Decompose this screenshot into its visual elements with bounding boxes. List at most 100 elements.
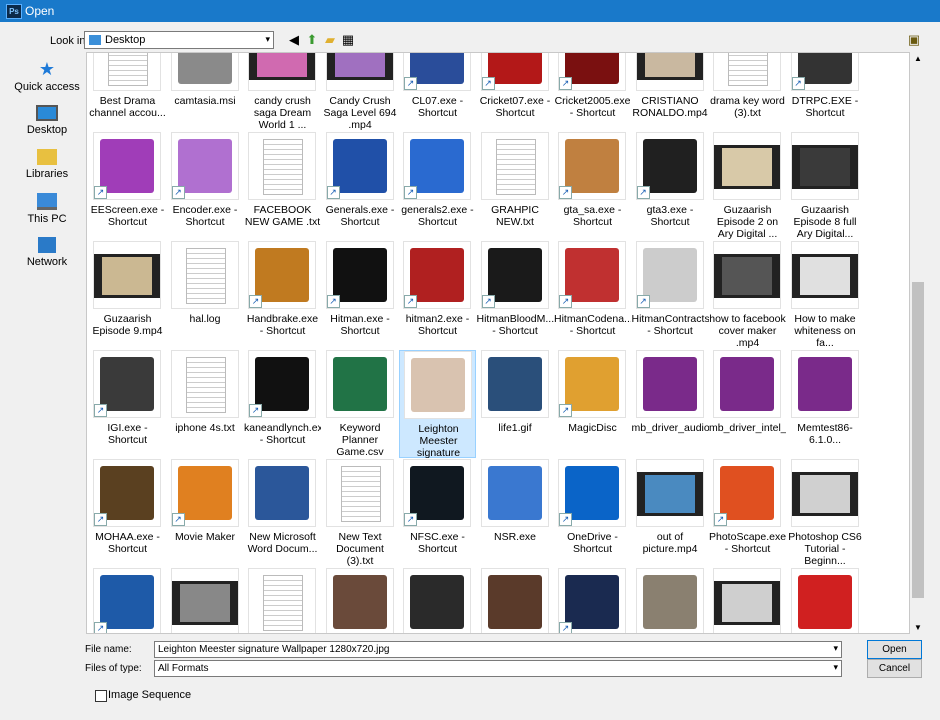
file-item[interactable]: Memtest86-6.1.0... — [787, 350, 864, 458]
file-item[interactable] — [477, 568, 554, 633]
network-icon — [38, 237, 56, 253]
file-item[interactable]: ↗ HitmanContracts... - Shortcut — [632, 241, 709, 349]
video-frame — [644, 53, 695, 77]
file-item[interactable]: ↗ gta3.exe - Shortcut — [632, 132, 709, 240]
file-item[interactable]: Guzaarish Episode 8 full Ary Digital... — [787, 132, 864, 240]
file-item[interactable]: ↗ MagicDisc — [554, 350, 631, 458]
file-item[interactable]: ↗ — [89, 568, 166, 633]
file-item[interactable]: iphone 4s.txt — [167, 350, 244, 458]
file-item[interactable] — [167, 568, 244, 633]
file-list[interactable]: Best Drama channel accou... camtasia.msi c… — [86, 52, 910, 634]
file-item[interactable]: ↗ Hitman.exe - Shortcut — [322, 241, 399, 349]
file-item[interactable]: how to facebook cover maker .mp4 — [709, 241, 786, 349]
file-thumbnail — [403, 568, 471, 633]
file-item[interactable]: GRAHPIC NEW.txt — [477, 132, 554, 240]
view-menu-icon[interactable]: ▦ — [340, 32, 356, 48]
back-icon[interactable]: ◀ — [286, 32, 302, 48]
place-this-pc[interactable]: This PC — [12, 193, 82, 225]
file-thumbnail — [93, 53, 161, 91]
file-item[interactable]: ↗ IGI.exe - Shortcut — [89, 350, 166, 458]
file-item[interactable]: Candy Crush Saga Level 694 .mp4 — [322, 53, 399, 131]
file-type-select[interactable]: All Formats ▾ — [154, 660, 842, 677]
file-item[interactable]: out of picture.mp4 — [632, 459, 709, 567]
scroll-thumb[interactable] — [912, 282, 924, 598]
file-item[interactable]: ↗ MOHAA.exe - Shortcut — [89, 459, 166, 567]
scroll-down-icon[interactable]: ▼ — [914, 623, 922, 632]
file-item[interactable]: NSR.exe — [477, 459, 554, 567]
vertical-scrollbar[interactable]: ▲ ▼ — [910, 52, 926, 634]
file-item[interactable]: ↗ Cricket2005.exe - Shortcut — [554, 53, 631, 131]
chevron-down-icon[interactable]: ▾ — [833, 643, 838, 654]
place-quick-access[interactable]: ★ Quick access — [12, 60, 82, 93]
file-item[interactable]: Best Drama channel accou... — [89, 53, 166, 131]
file-thumbnail — [635, 568, 704, 633]
file-item[interactable]: ↗ — [554, 568, 631, 633]
file-item[interactable]: candy crush saga Dream World 1 ... — [244, 53, 321, 131]
file-item[interactable]: FACEBOOK NEW GAME .txt — [244, 132, 321, 240]
file-item[interactable] — [399, 568, 476, 633]
open-button[interactable]: Open — [867, 640, 922, 659]
file-item[interactable]: mb_driver_intel_... — [709, 350, 786, 458]
file-thumbnail — [170, 241, 239, 309]
file-item[interactable] — [322, 568, 399, 633]
file-item[interactable]: life1.gif — [477, 350, 554, 458]
file-item[interactable]: ↗ Handbrake.exe - Shortcut — [244, 241, 321, 349]
file-item[interactable]: mb_driver_audio... — [632, 350, 709, 458]
file-name: GRAHPIC NEW.txt — [491, 204, 539, 228]
file-item[interactable]: New Text Document (3).txt — [322, 459, 399, 567]
file-item[interactable]: ↗ EEScreen.exe - Shortcut — [89, 132, 166, 240]
scroll-up-icon[interactable]: ▲ — [914, 54, 922, 63]
place-network[interactable]: Network — [12, 237, 82, 268]
new-folder-icon[interactable]: ▰ — [322, 32, 338, 48]
place-libraries[interactable]: Libraries — [12, 149, 82, 180]
file-item[interactable]: ↗ Generals.exe - Shortcut — [322, 132, 399, 240]
file-item[interactable]: camtasia.msi — [167, 53, 244, 131]
app-icon — [487, 248, 542, 302]
file-item[interactable]: ↗ kaneandlynch.exe - Shortcut — [244, 350, 321, 458]
file-item[interactable]: CRISTIANO RONALDO.mp4 — [632, 53, 709, 131]
file-item[interactable] — [787, 568, 864, 633]
file-item[interactable]: ↗ OneDrive - Shortcut — [554, 459, 631, 567]
file-item[interactable]: ↗ Encoder.exe - Shortcut — [167, 132, 244, 240]
file-item[interactable]: ↗ Movie Maker — [167, 459, 244, 567]
file-item[interactable]: How to make whiteness on fa... — [787, 241, 864, 349]
file-thumbnail — [790, 241, 859, 309]
file-item[interactable]: ↗ CL07.exe - Shortcut — [399, 53, 476, 131]
file-name: how to facebook cover maker .mp4 — [709, 313, 786, 349]
file-item[interactable]: ↗ hitman2.exe - Shortcut — [399, 241, 476, 349]
file-item[interactable]: Guzaarish Episode 9.mp4 — [89, 241, 166, 349]
file-type-label: Files of type: — [85, 663, 142, 674]
file-name-input[interactable]: Leighton Meester signature Wallpaper 128… — [154, 641, 842, 658]
file-item[interactable]: ↗ HitmanCodena... - Shortcut — [554, 241, 631, 349]
file-item[interactable] — [244, 568, 321, 633]
file-item[interactable]: ↗ Cricket07.exe - Shortcut — [477, 53, 554, 131]
file-thumbnail: ↗ — [790, 53, 859, 91]
file-item[interactable]: ↗ PhotoScape.exe - Shortcut — [709, 459, 786, 567]
look-in-dropdown[interactable]: Desktop ▾ — [84, 31, 274, 49]
file-thumbnail: ↗ — [325, 132, 394, 200]
app-icon — [720, 466, 774, 520]
file-item[interactable]: Photoshop CS6 Tutorial - Beginn... — [787, 459, 864, 567]
file-item[interactable] — [632, 568, 709, 633]
file-item[interactable]: ↗ NFSC.exe - Shortcut — [399, 459, 476, 567]
file-item[interactable]: New Microsoft Word Docum... — [244, 459, 321, 567]
file-thumbnail: ↗ — [403, 132, 471, 200]
up-folder-icon[interactable]: ⬆ — [304, 32, 320, 48]
app-icon — [565, 357, 619, 411]
file-item[interactable]: drama key word (3).txt — [709, 53, 786, 131]
file-item[interactable]: ↗ DTRPC.EXE - Shortcut — [787, 53, 864, 131]
place-desktop[interactable]: Desktop — [12, 105, 82, 136]
file-item[interactable]: ↗ gta_sa.exe - Shortcut — [554, 132, 631, 240]
file-item[interactable] — [709, 568, 786, 633]
file-item[interactable]: ↗ HitmanBloodM... - Shortcut — [477, 241, 554, 349]
file-item[interactable]: hal.log — [167, 241, 244, 349]
bridge-icon[interactable]: ▣ — [906, 32, 922, 48]
shortcut-arrow-icon: ↗ — [94, 186, 107, 199]
file-item[interactable]: ↗ generals2.exe - Shortcut — [399, 132, 476, 240]
cancel-button[interactable]: Cancel — [867, 659, 922, 678]
image-sequence-checkbox[interactable] — [95, 690, 107, 702]
file-item[interactable]: Leighton Meester signature Wallpaper 128… — [399, 350, 476, 471]
shortcut-arrow-icon: ↗ — [559, 513, 572, 526]
file-item[interactable]: Guzaarish Episode 2 on Ary Digital ... — [709, 132, 786, 240]
file-item[interactable]: Keyword Planner Game.csv — [322, 350, 399, 458]
